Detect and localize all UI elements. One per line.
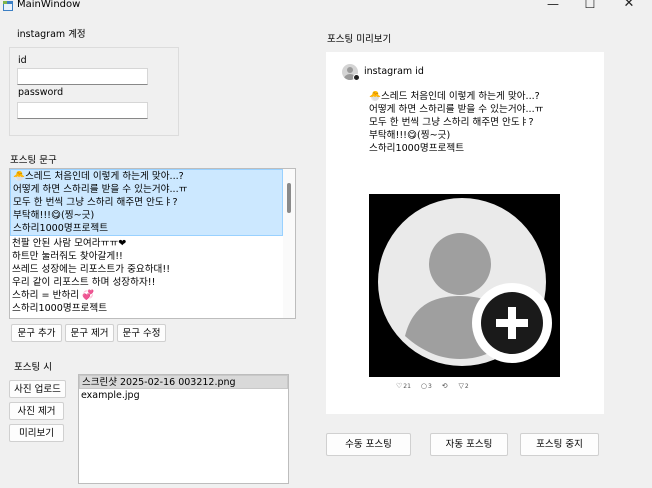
heart-count: 21 <box>403 383 411 390</box>
posting-text-scrollbar[interactable] <box>283 169 295 318</box>
preview-caption: 🐣스레드 처음인데 이렇게 하는게 맞아...? 어떻게 하면 스하리를 받을 … <box>369 90 543 155</box>
post-line: 우리 같이 리포스트 하며 성장하자!! <box>12 277 156 288</box>
repost-reaction[interactable]: ⟲ <box>442 382 449 390</box>
post-line: 🐣스레드 처음인데 이렇게 하는게 맞아...? <box>13 171 184 182</box>
add-profile-photo-icon <box>369 194 560 377</box>
posting-text-title: 포스팅 문구 <box>10 155 57 166</box>
close-button[interactable]: ✕ <box>614 0 644 13</box>
password-label: password <box>18 87 64 98</box>
photo-file-list[interactable]: 스크린샷 2025-02-16 003212.png example.jpg <box>78 374 289 484</box>
account-group-title: instagram 계정 <box>17 29 86 40</box>
comment-icon: ○ <box>420 382 427 390</box>
post-line: 스하리1000명프로젝트 <box>13 223 109 234</box>
post-line: 스하리1000명프로젝트 <box>12 303 108 314</box>
send-count: 2 <box>464 383 469 390</box>
caption-line: 🐣스레드 처음인데 이렇게 하는게 맞아...? <box>369 91 540 102</box>
scrollbar-thumb[interactable] <box>287 183 291 213</box>
upload-photo-button[interactable]: 사진 업로드 <box>9 380 66 398</box>
posting-text-list[interactable]: 🐣스레드 처음인데 이렇게 하는게 맞아...? 어떻게 하면 스하리를 받을 … <box>9 168 296 319</box>
caption-line: 모두 한 번씩 그냥 스하리 해주면 안도ㅑ? <box>369 117 534 128</box>
manual-post-button[interactable]: 수동 포스팅 <box>326 433 411 456</box>
minimize-button[interactable]: — <box>538 0 568 13</box>
preview-button[interactable]: 미리보기 <box>9 424 64 442</box>
preview-image <box>369 194 560 377</box>
edit-text-button[interactable]: 문구 수정 <box>117 324 166 342</box>
auto-post-button[interactable]: 자동 포스팅 <box>430 433 508 456</box>
caption-line: 스하리1000명프로젝트 <box>369 143 465 154</box>
caption-line: 어떻게 하면 스하리를 받을 수 있는거야...ㅠ <box>369 104 544 115</box>
list-item[interactable]: 스크린샷 2025-02-16 003212.png <box>79 375 288 389</box>
post-line: 부탁해!!!😋(찡~긋) <box>13 210 95 221</box>
stop-post-button[interactable]: 포스팅 중지 <box>520 433 599 456</box>
comment-count: 3 <box>427 383 432 390</box>
heart-reaction[interactable]: ♡21 <box>396 382 411 390</box>
post-line: 하트만 눌러줘도 찾아갈게!! <box>12 251 123 262</box>
window-title: MainWindow <box>17 0 81 10</box>
send-icon: ▽ <box>458 382 464 390</box>
post-line: 어떻게 하면 스하리를 받을 수 있는거야...ㅠ <box>13 184 188 195</box>
caption-line: 부탁해!!!😋(찡~긋) <box>369 130 451 141</box>
password-field[interactable] <box>17 102 148 119</box>
comment-reaction[interactable]: ○3 <box>421 382 432 390</box>
list-item[interactable]: 🐣스레드 처음인데 이렇게 하는게 맞아...? 어떻게 하면 스하리를 받을 … <box>10 169 283 236</box>
post-line: 스하리 = 반하리 💞 <box>12 290 95 301</box>
post-line: 쓰레드 성장에는 리포스트가 중요하대!! <box>12 264 171 275</box>
post-line: 모두 한 번씩 그냥 스하리 해주면 안도ㅑ? <box>13 197 178 208</box>
app-icon <box>3 1 13 11</box>
avatar-badge <box>353 74 360 81</box>
id-label: id <box>18 55 27 66</box>
id-field[interactable] <box>17 68 148 85</box>
remove-photo-button[interactable]: 사진 제거 <box>9 402 64 420</box>
posting-media-title: 포스팅 시 <box>14 362 52 373</box>
preview-title: 포스팅 미리보기 <box>327 34 392 45</box>
list-item[interactable]: 천팔 안된 사람 모여라ㅠㅠ❤ 하트만 눌러줘도 찾아갈게!! 쓰레드 성장에는… <box>10 237 283 315</box>
post-line: 천팔 안된 사람 모여라ㅠㅠ❤ <box>12 238 127 249</box>
post-preview: instagram id 🐣스레드 처음인데 이렇게 하는게 맞아...? 어떻… <box>326 52 604 414</box>
title-bar: MainWindow — ☐ ✕ <box>0 0 652 14</box>
reaction-bar: ♡21 ○3 ⟲ ▽2 <box>396 382 477 392</box>
preview-account-id: instagram id <box>364 66 424 77</box>
repost-icon: ⟲ <box>441 382 448 390</box>
heart-icon: ♡ <box>396 382 403 390</box>
add-text-button[interactable]: 문구 추가 <box>11 324 62 342</box>
remove-text-button[interactable]: 문구 제거 <box>65 324 114 342</box>
list-item[interactable]: example.jpg <box>79 389 288 403</box>
send-reaction[interactable]: ▽2 <box>459 382 469 390</box>
maximize-button[interactable]: ☐ <box>575 0 605 13</box>
